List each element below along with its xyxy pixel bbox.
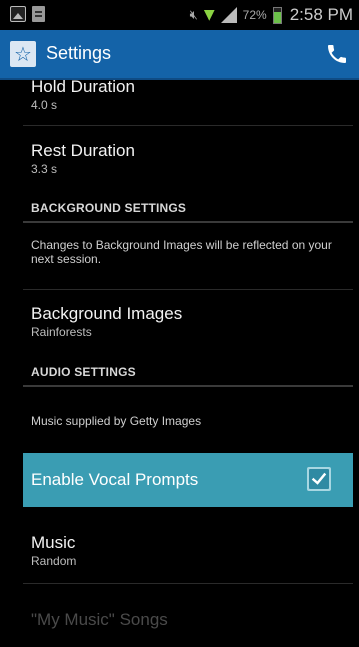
enable-vocal-prompts-row[interactable]: Enable Vocal Prompts — [23, 453, 353, 507]
background-settings-header: BACKGROUND SETTINGS — [31, 201, 187, 215]
wifi-icon: ▼ — [203, 7, 215, 23]
phone-icon — [328, 45, 346, 63]
battery-level-fill — [273, 11, 281, 23]
background-images-value: Rainforests — [31, 325, 92, 339]
audio-info-text: Music supplied by Getty Images — [31, 414, 202, 428]
image-notification-icon — [10, 6, 26, 22]
divider — [23, 289, 353, 290]
background-images-title: Background Images — [31, 304, 183, 323]
rest-duration-title: Rest Duration — [31, 141, 135, 160]
background-images-item[interactable]: Background Images Rainforests — [31, 304, 351, 340]
section-divider — [23, 385, 353, 387]
phone-button[interactable] — [323, 40, 351, 68]
music-item[interactable]: Music Random — [31, 533, 351, 569]
mute-icon: 🔇︎ — [189, 7, 198, 23]
battery-percent: 72% — [242, 8, 267, 22]
rest-duration-value: 3.3 s — [31, 162, 58, 176]
checkbox-inner — [309, 469, 329, 489]
signal-icon — [220, 7, 237, 23]
audio-settings-header: AUDIO SETTINGS — [31, 365, 136, 379]
battery-icon — [272, 6, 282, 24]
divider — [23, 125, 353, 126]
action-bar: ☆ Settings — [0, 30, 359, 80]
music-value: Random — [31, 554, 77, 568]
music-title: Music — [31, 533, 76, 552]
hold-duration-title: Hold Duration — [31, 80, 135, 96]
notification-icons — [10, 6, 45, 22]
checkmark-icon — [311, 472, 327, 485]
enable-vocal-prompts-label: Enable Vocal Prompts — [31, 470, 199, 489]
hold-duration-item[interactable]: Hold Duration 4.0 s — [31, 80, 351, 113]
star-app-icon[interactable]: ☆ — [10, 41, 36, 67]
my-music-songs-title: "My Music" Songs — [31, 610, 168, 629]
vocal-prompts-checkbox[interactable] — [307, 467, 331, 491]
my-music-songs-item: "My Music" Songs — [31, 610, 351, 630]
page-title: Settings — [46, 43, 112, 63]
divider — [23, 583, 353, 584]
settings-screen: 🔇︎ ▼ 72% 2:58 PM ☆ Settings Hold Duratio… — [0, 0, 359, 647]
rest-duration-item[interactable]: Rest Duration 3.3 s — [31, 141, 351, 177]
section-divider — [23, 221, 353, 223]
background-info-text: Changes to Background Images will be ref… — [31, 238, 332, 266]
settings-list[interactable]: Hold Duration 4.0 s Rest Duration 3.3 s … — [0, 80, 359, 647]
document-notification-icon — [32, 6, 45, 22]
status-indicators: 🔇︎ ▼ 72% 2:58 PM — [190, 2, 353, 28]
status-bar: 🔇︎ ▼ 72% 2:58 PM — [0, 0, 359, 30]
clock: 2:58 PM — [289, 5, 353, 24]
hold-duration-value: 4.0 s — [31, 98, 58, 112]
